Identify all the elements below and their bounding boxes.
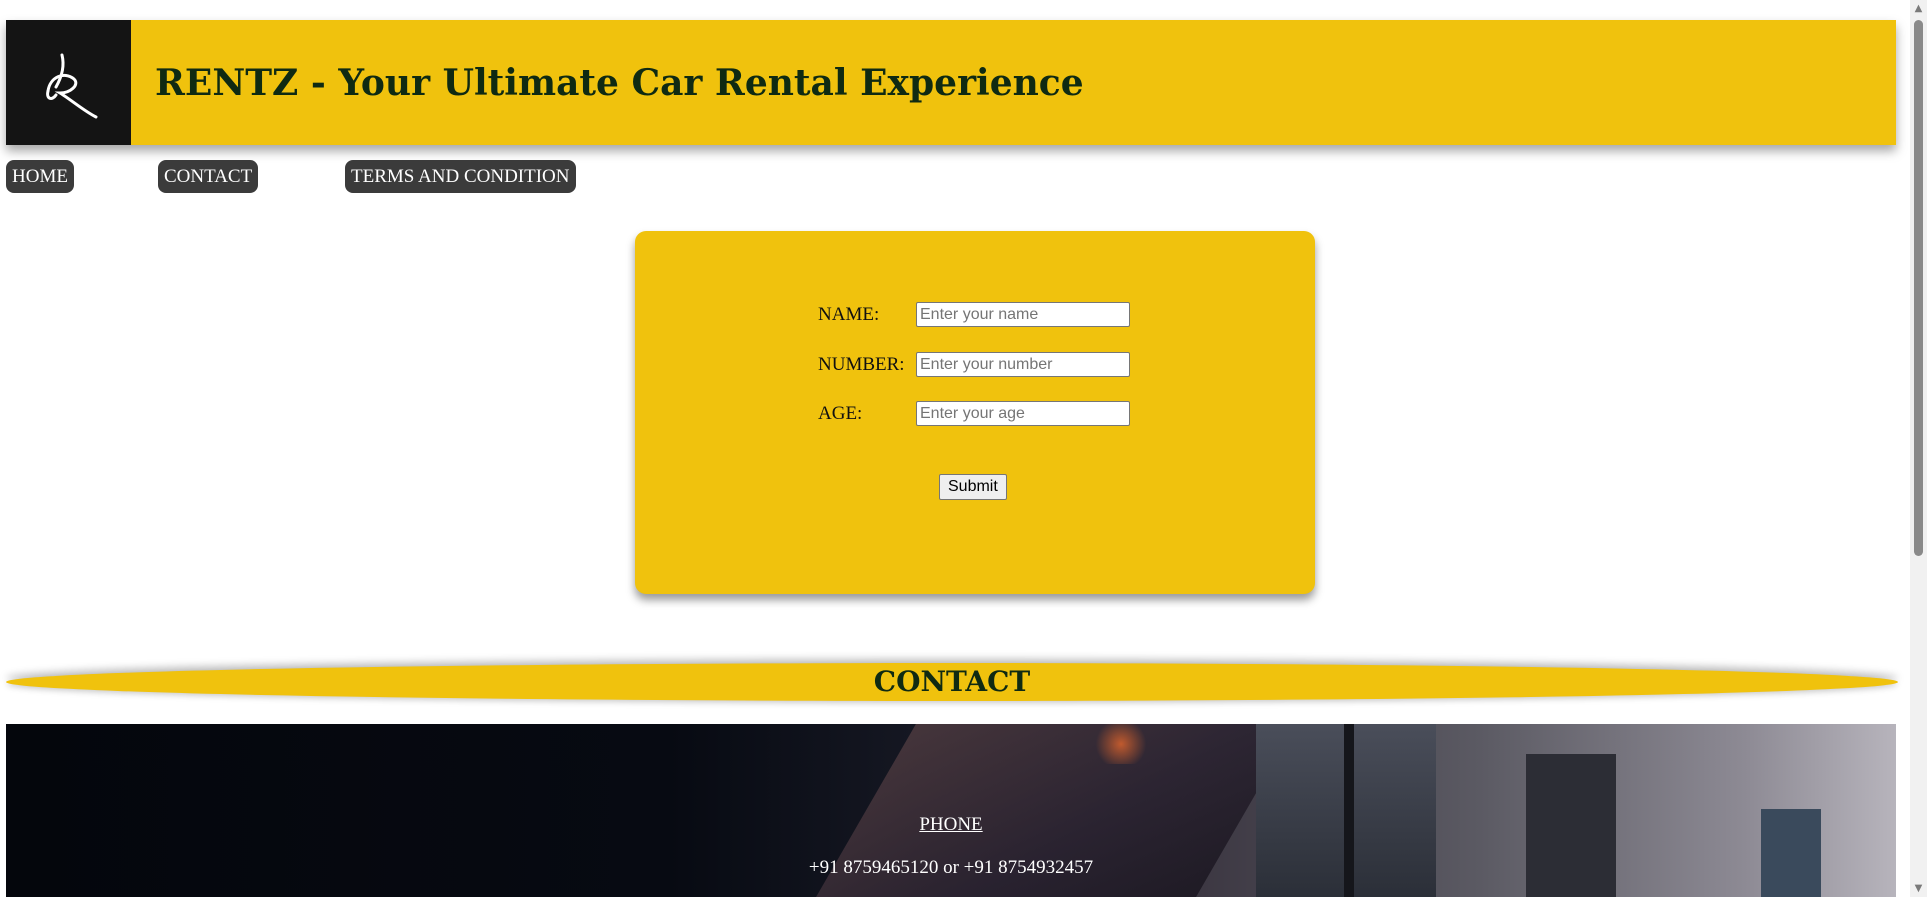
- vertical-scrollbar[interactable]: ▲ ▼: [1910, 0, 1927, 897]
- page: RENTZ - Your Ultimate Car Rental Experie…: [0, 0, 1927, 897]
- contact-footer: PHONE +91 8759465120 or +91 8754932457: [6, 724, 1896, 897]
- scroll-up-icon[interactable]: ▲: [1910, 0, 1927, 17]
- background-light: [1091, 724, 1151, 764]
- scroll-thumb[interactable]: [1914, 20, 1923, 556]
- nav-terms-and-condition[interactable]: TERMS AND CONDITION: [345, 160, 576, 193]
- nav-home[interactable]: HOME: [6, 160, 74, 193]
- contact-banner: CONTACT: [6, 663, 1898, 701]
- submit-button[interactable]: Submit: [939, 474, 1007, 500]
- nav-contact[interactable]: CONTACT: [158, 160, 259, 193]
- phone-title: PHONE: [919, 814, 983, 835]
- age-label: AGE:: [818, 402, 863, 424]
- rental-form: NAME: NUMBER: AGE: Submit: [635, 231, 1315, 594]
- logo[interactable]: [6, 20, 131, 145]
- number-input[interactable]: [916, 352, 1130, 377]
- number-row: NUMBER:: [818, 351, 1130, 378]
- name-row: NAME:: [818, 301, 1130, 328]
- age-row: AGE:: [818, 400, 1130, 427]
- scroll-down-icon[interactable]: ▼: [1910, 880, 1927, 897]
- name-input[interactable]: [916, 302, 1130, 327]
- site-header: RENTZ - Your Ultimate Car Rental Experie…: [6, 20, 1896, 145]
- age-input[interactable]: [916, 401, 1130, 426]
- page-title: RENTZ - Your Ultimate Car Rental Experie…: [155, 61, 1084, 104]
- phone-numbers: +91 8759465120 or +91 8754932457: [808, 857, 1094, 878]
- contact-heading: CONTACT: [873, 665, 1031, 698]
- name-label: NAME:: [818, 303, 880, 325]
- rentz-logo-icon: [45, 53, 97, 118]
- number-label: NUMBER:: [818, 353, 905, 375]
